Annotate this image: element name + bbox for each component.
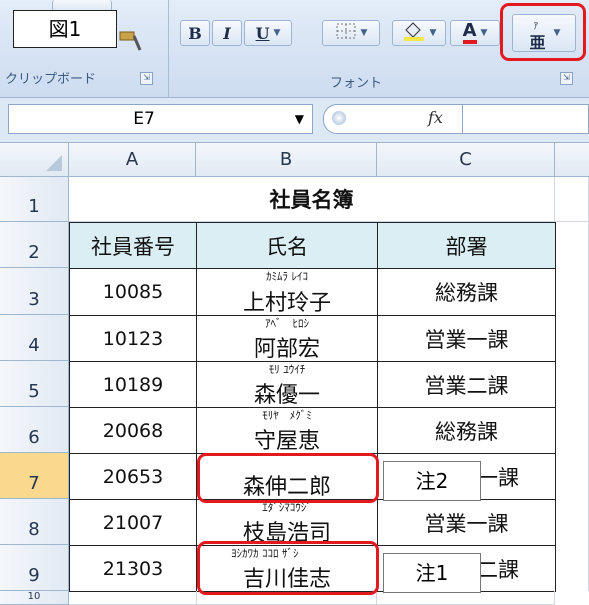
underline-label: U (255, 23, 270, 43)
row-header-7[interactable]: 7 (0, 453, 69, 499)
column-header-a[interactable]: A (69, 143, 196, 177)
employee-id-cell[interactable]: 10085 (69, 268, 197, 316)
employee-id-cell[interactable]: 21007 (69, 499, 197, 546)
header-employee-id[interactable]: 社員番号 (69, 222, 197, 269)
empty-cell[interactable] (377, 591, 555, 605)
font-launcher-icon[interactable]: ⇲ (560, 72, 573, 85)
select-all-corner[interactable] (0, 143, 69, 177)
empty-cell[interactable] (69, 591, 197, 605)
callout-highlight (197, 453, 379, 503)
empty-cell[interactable] (555, 177, 589, 222)
department-cell[interactable]: 営業一課 (377, 499, 556, 546)
department-cell[interactable]: 総務課 (377, 407, 556, 454)
chevron-down-icon: ▼ (480, 28, 488, 38)
chevron-down-icon: ▼ (429, 28, 437, 38)
furigana-text: ﾓﾘ ﾕｳｲﾁ (268, 363, 306, 376)
furigana-text: ﾓﾘﾔ ﾒｸﾞﾐ (262, 409, 312, 422)
callout-highlight (500, 3, 586, 61)
department-cell[interactable]: 営業一課 (377, 315, 556, 362)
clipboard-launcher-icon[interactable]: ⇲ (140, 72, 153, 85)
name-box[interactable]: E7 ▼ (8, 104, 313, 134)
scroll-handle-icon[interactable] (332, 111, 346, 125)
paint-bucket-icon (402, 21, 426, 45)
department-cell[interactable]: 総務課 (377, 268, 556, 316)
name-text: 森優一 (253, 383, 320, 408)
employee-name-cell[interactable]: ｱﾍﾞ ﾋﾛｼ 阿部宏 (196, 315, 378, 362)
row-header-9[interactable]: 9 (0, 545, 69, 591)
clipboard-group-label: クリップボード (5, 72, 97, 87)
name-text: 守屋恵 (253, 429, 320, 454)
employee-id-cell[interactable]: 20653 (69, 453, 197, 500)
italic-button[interactable]: I (212, 20, 242, 46)
row-header-5[interactable]: 5 (0, 361, 69, 407)
column-d-cells[interactable] (555, 222, 589, 591)
employee-name-cell[interactable]: ｴﾀﾞｼﾏｺｳｼﾞ 枝島浩司 (196, 499, 378, 546)
name-text: 上村玲子 (242, 291, 331, 316)
name-text: 阿部宏 (253, 337, 320, 362)
fill-color-button[interactable]: ▼ (392, 20, 446, 46)
furigana-text: ｶﾐﾑﾗ ﾚｲｺ (266, 270, 308, 283)
font-group-label: フォント (330, 76, 383, 91)
furigana-text: ｱﾍﾞ ﾋﾛｼ (265, 317, 309, 330)
name-box-value: E7 (133, 109, 155, 129)
borders-button[interactable]: ▼ (322, 20, 380, 46)
department-cell[interactable]: 営業二課 (377, 361, 556, 408)
chevron-down-icon: ▼ (273, 28, 281, 38)
font-color-label: A (462, 22, 477, 44)
fx-icon[interactable]: fx (428, 108, 443, 127)
row-header-10[interactable]: 10 (0, 591, 69, 605)
row-header-3[interactable]: 3 (0, 268, 69, 315)
employee-id-cell[interactable]: 20068 (69, 407, 197, 454)
column-header-d[interactable] (555, 143, 589, 177)
chevron-down-icon: ▼ (360, 28, 368, 38)
bold-button[interactable]: B (180, 20, 210, 46)
figure-label: 図1 (13, 10, 117, 48)
row-header-4[interactable]: 4 (0, 315, 69, 361)
callout-highlight (197, 541, 379, 595)
row-header-8[interactable]: 8 (0, 499, 69, 545)
borders-icon (335, 22, 357, 44)
row-header-2[interactable]: 2 (0, 222, 69, 268)
row-header-1[interactable]: 1 (0, 177, 69, 222)
format-painter-icon[interactable] (118, 30, 144, 52)
furigana-text: ｴﾀﾞｼﾏｺｳｼﾞ (262, 501, 312, 514)
note-1-label: 注1 (383, 553, 481, 593)
font-color-button[interactable]: A ▼ (450, 20, 500, 46)
employee-id-cell[interactable]: 21303 (69, 545, 197, 592)
employee-name-cell[interactable]: ﾓﾘﾔ ﾒｸﾞﾐ 守屋恵 (196, 407, 378, 454)
employee-id-cell[interactable]: 10189 (69, 361, 197, 408)
formula-input[interactable] (463, 104, 589, 134)
group-separator (168, 0, 169, 97)
row-header-6[interactable]: 6 (0, 407, 69, 453)
sheet-title[interactable]: 社員名簿 (69, 177, 555, 222)
underline-button[interactable]: U ▼ (244, 20, 292, 46)
employee-id-cell[interactable]: 10123 (69, 315, 197, 362)
employee-name-cell[interactable]: ﾓﾘ ﾕｳｲﾁ 森優一 (196, 361, 378, 408)
column-header-b[interactable]: B (196, 143, 377, 177)
column-header-c[interactable]: C (377, 143, 555, 177)
employee-name-cell[interactable]: ｶﾐﾑﾗ ﾚｲｺ 上村玲子 (196, 268, 378, 316)
chevron-down-icon[interactable]: ▼ (295, 105, 304, 133)
header-name[interactable]: 氏名 (196, 222, 378, 269)
header-department[interactable]: 部署 (377, 222, 556, 269)
note-2-label: 注2 (383, 461, 481, 501)
